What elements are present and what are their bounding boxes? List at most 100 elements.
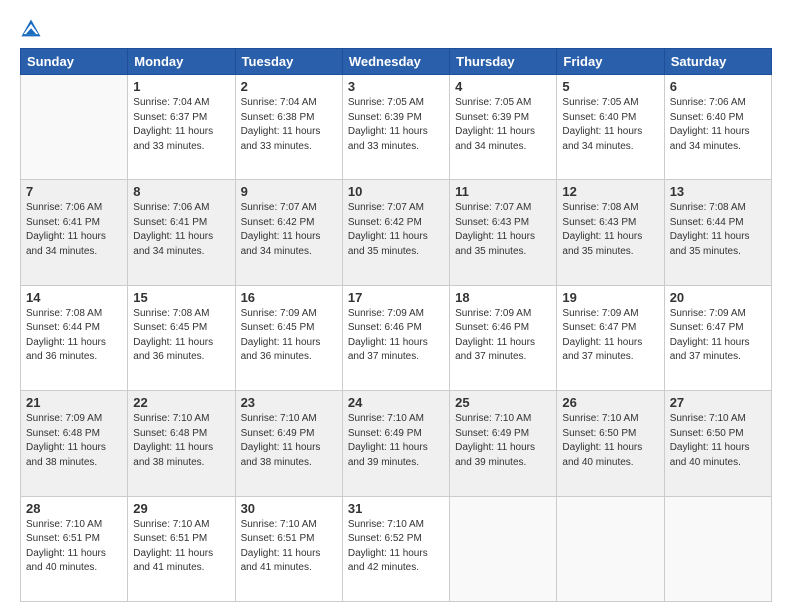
- sunset: Sunset: 6:48 PM: [133, 428, 207, 439]
- day-info: Sunrise: 7:10 AMSunset: 6:51 PMDaylight:…: [133, 518, 229, 576]
- day-info: Sunrise: 7:10 AMSunset: 6:51 PMDaylight:…: [241, 518, 337, 576]
- sunrise: Sunrise: 7:10 AM: [26, 519, 102, 530]
- day-info: Sunrise: 7:04 AMSunset: 6:37 PMDaylight:…: [133, 96, 229, 154]
- sunrise: Sunrise: 7:06 AM: [26, 202, 102, 213]
- sunrise: Sunrise: 7:04 AM: [241, 97, 317, 108]
- day-number: 27: [670, 395, 766, 410]
- day-info: Sunrise: 7:10 AMSunset: 6:48 PMDaylight:…: [133, 412, 229, 470]
- daylight-cont: and 36 minutes.: [133, 351, 204, 362]
- calendar-cell: 1Sunrise: 7:04 AMSunset: 6:37 PMDaylight…: [128, 75, 235, 180]
- daylight: Daylight: 11 hours: [562, 231, 642, 242]
- daylight: Daylight: 11 hours: [26, 231, 106, 242]
- daylight-cont: and 33 minutes.: [133, 141, 204, 152]
- calendar-cell: 14 Sunrise: 7:08 AMSunset: 6:44 PMDayligh…: [21, 285, 128, 390]
- daylight-cont: and 37 minutes.: [670, 351, 741, 362]
- sunset: Sunset: 6:41 PM: [26, 217, 100, 228]
- day-info: Sunrise: 7:10 AMSunset: 6:51 PMDaylight:…: [26, 518, 122, 576]
- day-number: 15: [133, 290, 229, 305]
- sunrise: Sunrise: 7:06 AM: [133, 202, 209, 213]
- calendar-cell: 8Sunrise: 7:06 AMSunset: 6:41 PMDaylight…: [128, 180, 235, 285]
- header: [20, 18, 772, 40]
- day-number: 13: [670, 184, 766, 199]
- daylight: Daylight: 11 hours: [670, 442, 750, 453]
- calendar-cell: 10Sunrise: 7:07 AMSunset: 6:42 PMDayligh…: [342, 180, 449, 285]
- day-number: 23: [241, 395, 337, 410]
- daylight-cont: and 40 minutes.: [562, 457, 633, 468]
- day-number: 20: [670, 290, 766, 305]
- sunrise: Sunrise: 7:09 AM: [670, 308, 746, 319]
- daylight: Daylight: 11 hours: [133, 548, 213, 559]
- calendar-cell: 21Sunrise: 7:09 AMSunset: 6:48 PMDayligh…: [21, 391, 128, 496]
- day-info: Sunrise: 7:08 AMSunset: 6:45 PMDaylight:…: [133, 307, 229, 365]
- header-row: SundayMondayTuesdayWednesdayThursdayFrid…: [21, 49, 772, 75]
- calendar-cell: 13Sunrise: 7:08 AMSunset: 6:44 PMDayligh…: [664, 180, 771, 285]
- daylight: Daylight: 11 hours: [241, 337, 321, 348]
- day-info: Sunrise: 7:09 AMSunset: 6:45 PMDaylight:…: [241, 307, 337, 365]
- day-info: Sunrise: 7:08 AM Sunset: 6:43 PM Daylight:…: [562, 201, 658, 259]
- sunrise: Sunrise: 7:07 AM: [241, 202, 317, 213]
- day-number: 6: [670, 79, 766, 94]
- day-number: 21: [26, 395, 122, 410]
- logo-icon: [20, 18, 42, 40]
- daylight-cont: and 38 minutes.: [133, 457, 204, 468]
- daylight: Daylight: 11 hours: [348, 548, 428, 559]
- calendar-cell: 26Sunrise: 7:10 AMSunset: 6:50 PMDayligh…: [557, 391, 664, 496]
- daylight: Daylight: 11 hours: [348, 126, 428, 137]
- calendar-cell: 3Sunrise: 7:05 AMSunset: 6:39 PMDaylight…: [342, 75, 449, 180]
- daylight: Daylight: 11 hours: [562, 442, 642, 453]
- sunset: Sunset: 6:47 PM: [670, 322, 744, 333]
- calendar-cell: 30Sunrise: 7:10 AMSunset: 6:51 PMDayligh…: [235, 496, 342, 601]
- day-info: Sunrise: 7:10 AMSunset: 6:49 PMDaylight:…: [455, 412, 551, 470]
- calendar-cell: 31Sunrise: 7:10 AMSunset: 6:52 PMDayligh…: [342, 496, 449, 601]
- daylight-cont: and 40 minutes.: [670, 457, 741, 468]
- daylight: Daylight: 11 hours: [241, 442, 321, 453]
- sunrise: Sunrise: 7:08 AM: [133, 308, 209, 319]
- daylight-cont: and 42 minutes.: [348, 562, 419, 573]
- day-header-tuesday: Tuesday: [235, 49, 342, 75]
- sunset: Sunset: 6:41 PM: [133, 217, 207, 228]
- daylight: Daylight: 11 hours: [26, 337, 106, 348]
- day-info: Sunrise: 7:10 AMSunset: 6:50 PMDaylight:…: [670, 412, 766, 470]
- day-number: 4: [455, 79, 551, 94]
- daylight-cont: and 34 minutes.: [241, 246, 312, 257]
- daylight: Daylight: 11 hours: [670, 126, 750, 137]
- sunset: Sunset: 6:38 PM: [241, 112, 315, 123]
- day-number: 24: [348, 395, 444, 410]
- calendar-cell: 18Sunrise: 7:09 AMSunset: 6:46 PMDayligh…: [450, 285, 557, 390]
- day-header-wednesday: Wednesday: [342, 49, 449, 75]
- day-info: Sunrise: 7:09 AMSunset: 6:47 PMDaylight:…: [670, 307, 766, 365]
- day-number: 26: [562, 395, 658, 410]
- sunrise: Sunrise: 7:09 AM: [348, 308, 424, 319]
- sunrise: Sunrise: 7:05 AM: [562, 97, 638, 108]
- day-number: 8: [133, 184, 229, 199]
- daylight-cont: and 35 minutes.: [455, 246, 526, 257]
- day-number: 2: [241, 79, 337, 94]
- sunset: Sunset: 6:44 PM: [670, 217, 744, 228]
- daylight-cont: and 39 minutes.: [455, 457, 526, 468]
- logo: [20, 18, 46, 40]
- daylight: Daylight: 11 hours: [133, 337, 213, 348]
- sunset: Sunset: 6:40 PM: [670, 112, 744, 123]
- sunset: Sunset: 6:47 PM: [562, 322, 636, 333]
- daylight: Daylight: 11 hours: [241, 548, 321, 559]
- calendar-cell: 15 Sunrise: 7:08 AMSunset: 6:45 PMDayligh…: [128, 285, 235, 390]
- day-info: Sunrise: 7:10 AMSunset: 6:49 PMDaylight:…: [348, 412, 444, 470]
- day-header-friday: Friday: [557, 49, 664, 75]
- sunrise: Sunrise: 7:08 AM: [562, 202, 638, 213]
- calendar-cell: 23Sunrise: 7:10 AMSunset: 6:49 PMDayligh…: [235, 391, 342, 496]
- day-header-sunday: Sunday: [21, 49, 128, 75]
- day-number: 14: [26, 290, 122, 305]
- day-header-saturday: Saturday: [664, 49, 771, 75]
- calendar-cell: 9Sunrise: 7:07 AMSunset: 6:42 PMDaylight…: [235, 180, 342, 285]
- day-info: Sunrise: 7:08 AMSunset: 6:44 PMDaylight:…: [26, 307, 122, 365]
- sunset: Sunset: 6:43 PM: [562, 217, 636, 228]
- week-row-4: 21Sunrise: 7:09 AMSunset: 6:48 PMDayligh…: [21, 391, 772, 496]
- daylight: Daylight: 11 hours: [348, 442, 428, 453]
- sunset: Sunset: 6:44 PM: [26, 322, 100, 333]
- calendar-cell: 28Sunrise: 7:10 AMSunset: 6:51 PMDayligh…: [21, 496, 128, 601]
- sunrise: Sunrise: 7:09 AM: [562, 308, 638, 319]
- day-header-thursday: Thursday: [450, 49, 557, 75]
- sunset: Sunset: 6:52 PM: [348, 533, 422, 544]
- sunset: Sunset: 6:51 PM: [133, 533, 207, 544]
- sunset: Sunset: 6:42 PM: [241, 217, 315, 228]
